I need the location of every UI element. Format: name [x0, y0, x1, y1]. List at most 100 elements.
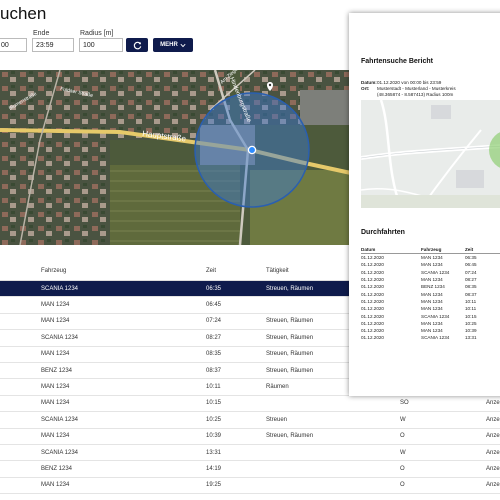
- cell-vehicle: BENZ 1234: [41, 367, 73, 374]
- report-header-time: Zeit: [465, 246, 474, 252]
- cell-time: 08:37: [206, 367, 222, 374]
- radius-input[interactable]: 100: [79, 38, 123, 52]
- cell-extra: Anze: [486, 482, 500, 489]
- report-place-value-1: Musterstadt - Musterland - Musterkreis: [377, 86, 456, 91]
- header-activity[interactable]: Tätigkeit: [266, 268, 289, 274]
- cell-time: 08:35: [206, 351, 222, 358]
- refresh-button[interactable]: [126, 38, 148, 52]
- cell-time: 14:19: [206, 465, 222, 472]
- radius-label: Radius [m]: [80, 30, 114, 37]
- report-cell-vehicle: SCANIA 1234: [421, 313, 450, 319]
- table-row[interactable]: BENZ 1234 14:19 O Anze: [0, 461, 500, 478]
- report-cell-time: 08:27: [465, 277, 477, 283]
- report-cell-date: 01.12.2020: [361, 269, 384, 275]
- cell-direction: W: [400, 416, 406, 423]
- cell-time: 06:35: [206, 285, 222, 292]
- report-cell-vehicle: MAN 1234: [421, 306, 443, 312]
- report-cell-vehicle: MAN 1234: [421, 291, 443, 297]
- report-title: Fahrtensuche Bericht: [361, 58, 433, 65]
- cell-vehicle: MAN 1234: [41, 302, 70, 309]
- report-cell-date: 01.12.2020: [361, 313, 384, 319]
- cell-activity: Streuen, Räumen: [266, 334, 314, 341]
- report-table-header: Datum Fahrzeug Zeit: [361, 245, 500, 254]
- report-cell-time: 10:11: [465, 298, 477, 304]
- header-time[interactable]: Zeit: [206, 268, 216, 274]
- report-date-label: Datum:: [361, 80, 377, 85]
- report-cell-date: 01.12.2020: [361, 277, 384, 283]
- table-row[interactable]: MAN 1234 10:15 SO Anze: [0, 396, 500, 413]
- cell-direction: O: [400, 433, 405, 440]
- table-row[interactable]: MAN 1234 10:39 Streuen, Räumen O Anze: [0, 429, 500, 445]
- page-title: uchen: [0, 4, 47, 23]
- end-input[interactable]: 23:59: [32, 38, 74, 52]
- cell-vehicle: SCANIA 1234: [41, 285, 79, 292]
- cell-vehicle: MAN 1234: [41, 318, 70, 325]
- report-cell-vehicle: MAN 1234: [421, 328, 443, 334]
- cell-vehicle: SCANIA 1234: [41, 334, 79, 341]
- report-table-row: 01.12.2020 MAN 1234 08:37: [361, 290, 500, 297]
- report-date-value: 01.12.2020 von 00:00 bis 23:59: [377, 80, 442, 85]
- cell-time: 07:24: [206, 318, 222, 325]
- report-cell-date: 01.12.2020: [361, 291, 384, 297]
- cell-vehicle: MAN 1234: [41, 482, 70, 489]
- report-cell-time: 08:35: [465, 284, 477, 290]
- report-table-row: 01.12.2020 SCANIA 1234 07:24: [361, 269, 500, 276]
- report-table-row: 01.12.2020 BENZ 1234 08:35: [361, 283, 500, 290]
- more-button[interactable]: MEHR: [153, 38, 193, 52]
- cell-extra: Anze: [486, 416, 500, 423]
- table-row[interactable]: SCANIA 1234 13:31 W Anze: [0, 445, 500, 462]
- cell-vehicle: SCANIA 1234: [41, 416, 79, 423]
- report-cell-time: 06:35: [465, 255, 477, 261]
- cell-vehicle: BENZ 1234: [41, 465, 73, 472]
- cell-direction: O: [400, 465, 405, 472]
- report-cell-date: 01.12.2020: [361, 298, 384, 304]
- report-date: Datum:01.12.2020 von 00:00 bis 23:59: [361, 80, 441, 85]
- report-cell-time: 06:45: [465, 262, 477, 268]
- report-cell-date: 01.12.2020: [361, 284, 384, 290]
- start-input[interactable]: 00: [0, 38, 27, 52]
- cell-extra: Anze: [486, 465, 500, 472]
- cell-time: 06:45: [206, 302, 222, 309]
- cell-vehicle: MAN 1234: [41, 433, 70, 440]
- report-table-row: 01.12.2020 SCANIA 1234 13:31: [361, 334, 500, 341]
- cell-time: 13:31: [206, 449, 222, 456]
- cell-activity: Streuen, Räumen: [266, 433, 314, 440]
- location-pin-icon: [247, 145, 257, 155]
- cell-activity: Streuen, Räumen: [266, 351, 314, 358]
- report-cell-time: 10:15: [465, 313, 477, 319]
- report-place-coords: (48.365874 - 8.587413) Radius 100m: [377, 92, 454, 97]
- report-place-label: Ort:: [361, 86, 370, 91]
- cell-time: 10:15: [206, 400, 222, 407]
- report-cell-time: 08:37: [465, 291, 477, 297]
- report-cell-vehicle: SCANIA 1234: [421, 269, 450, 275]
- cell-time: 08:27: [206, 334, 222, 341]
- cell-time: 10:25: [206, 416, 222, 423]
- report-table-row: 01.12.2020 SCANIA 1234 10:15: [361, 312, 500, 319]
- cell-time: 10:11: [206, 384, 221, 391]
- report-cell-date: 01.12.2020: [361, 335, 384, 341]
- report-cell-vehicle: MAN 1234: [421, 262, 443, 268]
- end-label: Ende: [33, 30, 50, 37]
- report-cell-date: 01.12.2020: [361, 262, 384, 268]
- report-cell-time: 10:25: [465, 320, 477, 326]
- cell-vehicle: SCANIA 1234: [41, 449, 79, 456]
- cell-direction: O: [400, 482, 405, 489]
- report-cell-time: 10:39: [465, 328, 477, 334]
- cell-vehicle: MAN 1234: [41, 351, 70, 358]
- report-cell-vehicle: MAN 1234: [421, 320, 443, 326]
- report-table-row: 01.12.2020 MAN 1234 10:25: [361, 320, 500, 327]
- table-row[interactable]: SCANIA 1234 10:25 Streuen W Anze: [0, 412, 500, 429]
- report-cell-vehicle: MAN 1234: [421, 298, 443, 304]
- header-vehicle[interactable]: Fahrzeug: [41, 268, 66, 274]
- report-table-row: 01.12.2020 MAN 1234 10:39: [361, 327, 500, 334]
- cell-activity: Streuen, Räumen: [266, 318, 314, 325]
- report-header-vehicle: Fahrzeug: [421, 246, 442, 252]
- report-place: Ort: Musterstadt - Musterland - Musterkre…: [361, 86, 456, 91]
- report-cell-date: 01.12.2020: [361, 328, 384, 334]
- cell-activity: Streuen: [266, 416, 288, 423]
- report-table-row: 01.12.2020 MAN 1234 06:45: [361, 261, 500, 268]
- report-cell-time: 10:11: [465, 306, 477, 312]
- report-passages-title: Durchfahrten: [361, 229, 405, 236]
- table-row[interactable]: MAN 1234 19:25 O Anze: [0, 478, 500, 495]
- more-button-label: MEHR: [160, 42, 178, 48]
